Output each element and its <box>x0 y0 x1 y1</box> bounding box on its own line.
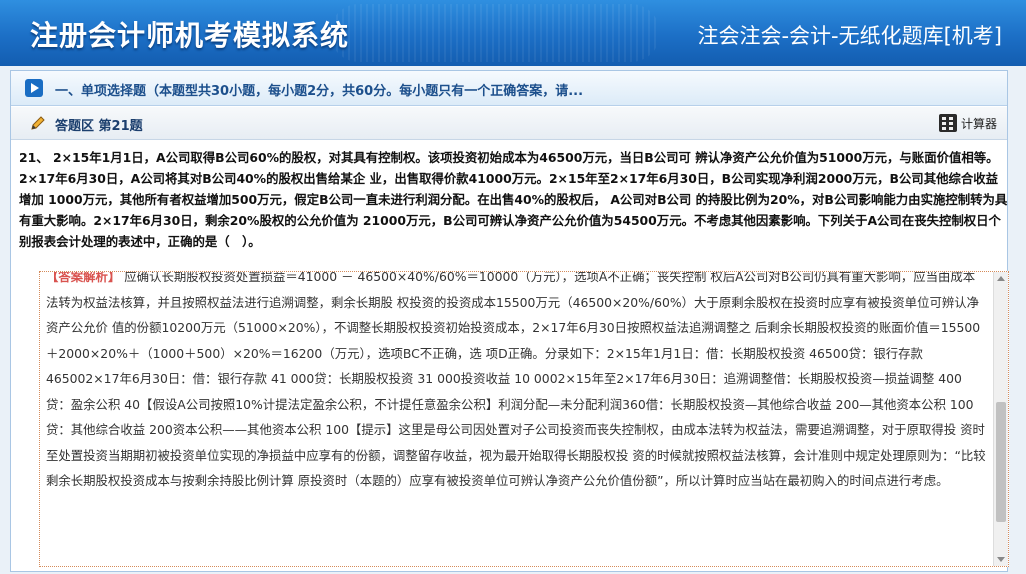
calculator-button[interactable]: 计算器 <box>938 113 997 133</box>
scroll-up-icon[interactable] <box>997 276 1005 281</box>
explanation-content: 【答案解析】 应确认长期股权投资处置损益＝41000 － 46500×40%/6… <box>40 271 986 494</box>
explanation-tag: 【答案解析】 <box>46 271 121 284</box>
calculator-label: 计算器 <box>960 116 997 131</box>
section-title: 一、单项选择题（本题型共30小题，每小题2分，共60分。每小题只有一个正确答案，… <box>55 84 584 99</box>
calculator-icon <box>938 114 957 132</box>
answer-area-bar: 答题区 第21题 计算器 <box>11 107 1007 140</box>
scroll-thumb[interactable] <box>996 402 1006 522</box>
play-icon[interactable] <box>25 79 43 97</box>
app-header: 注册会计师机考模拟系统 注会注会-会计-无纸化题库[机考] <box>0 0 1026 66</box>
explanation-text: 应确认长期股权投资处置损益＝41000 － 46500×40%/60%＝1000… <box>46 271 986 488</box>
explanation-box[interactable]: 【答案解析】 应确认长期股权投资处置损益＝41000 － 46500×40%/6… <box>39 271 1009 567</box>
answer-area-title: 答题区 第21题 <box>55 119 143 134</box>
question-text: 21、 2×15年1月1日，A公司取得B公司60%的股权，对其具有控制权。该项投… <box>19 150 1008 249</box>
exam-bank-title: 注会注会-会计-无纸化题库[机考] <box>697 24 1002 48</box>
pencil-icon <box>31 116 45 130</box>
explanation-scrollbar[interactable] <box>993 272 1008 566</box>
section-bar[interactable]: 一、单项选择题（本题型共30小题，每小题2分，共60分。每小题只有一个正确答案，… <box>11 71 1007 106</box>
app-title: 注册会计师机考模拟系统 <box>30 19 350 52</box>
scroll-down-icon[interactable] <box>997 557 1005 562</box>
main-panel: 一、单项选择题（本题型共30小题，每小题2分，共60分。每小题只有一个正确答案，… <box>10 70 1009 572</box>
header-watermark <box>330 4 660 62</box>
